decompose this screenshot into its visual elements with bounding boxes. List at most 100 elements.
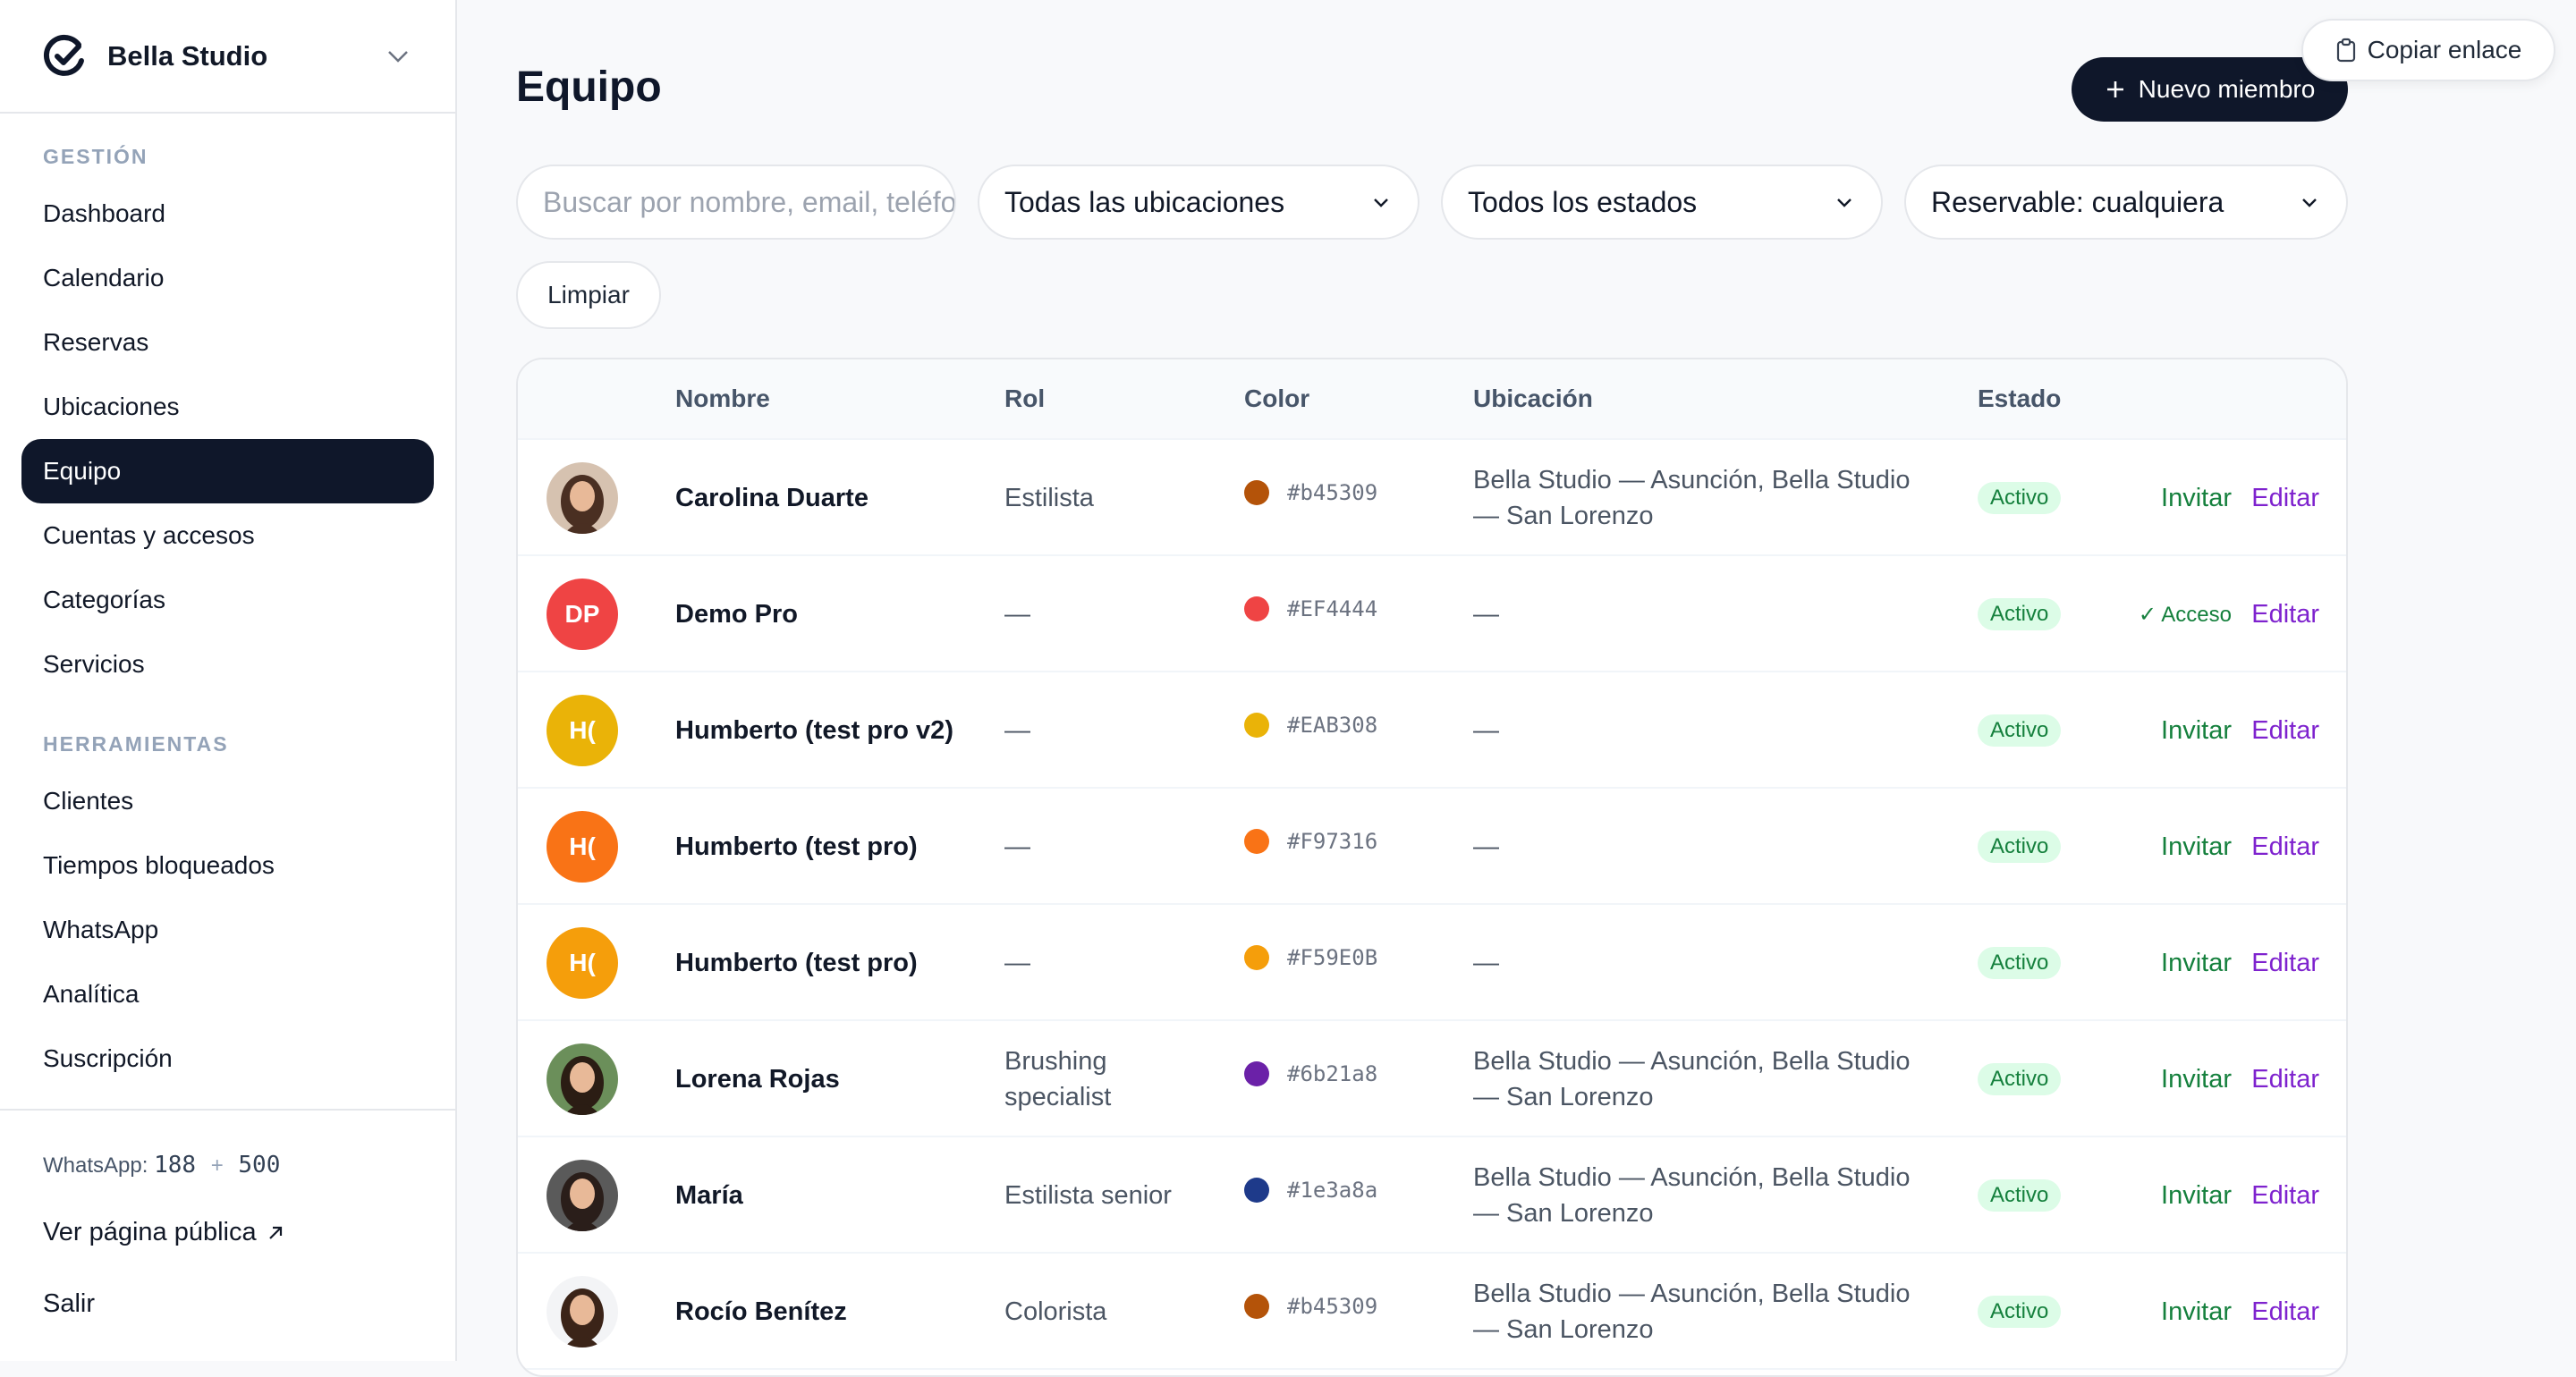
color-hex: #F97316 [1287, 829, 1378, 854]
color-swatch [1244, 596, 1269, 621]
color-hex: #b45309 [1287, 480, 1378, 505]
external-link-icon [266, 1223, 285, 1243]
sidebar-item-reservas[interactable]: Reservas [21, 310, 434, 375]
column-header-role: Rol [1004, 384, 1046, 412]
member-role: Estilista senior [1004, 1181, 1172, 1210]
sidebar-item-equipo[interactable]: Equipo [21, 439, 434, 503]
sidebar-item-ajustes[interactable]: Ajustes [21, 1091, 434, 1107]
nav-section-title: GESTIÓN [43, 145, 148, 168]
color-swatch [1244, 713, 1269, 738]
table-row: H( Humberto (test pro) — #F59E0B — Activ… [518, 905, 2346, 1021]
logout-link[interactable]: Salir [43, 1289, 95, 1319]
color-swatch [1244, 1294, 1269, 1319]
member-name: María [675, 1180, 743, 1210]
search-input[interactable]: Buscar por nombre, email, teléfono [516, 165, 956, 240]
color-hex: #1e3a8a [1287, 1178, 1378, 1203]
column-header-status: Estado [1978, 384, 2062, 412]
invite-button[interactable]: Invitar [2161, 832, 2232, 862]
table-row: Lorena Rojas Brushing specialist #6b21a8… [518, 1021, 2346, 1137]
sidebar-item-tiempos-bloqueados[interactable]: Tiempos bloqueados [21, 833, 434, 898]
whatsapp-usage-label: WhatsApp: [43, 1153, 148, 1178]
table-row: H( Humberto (test pro) — #F97316 — Activ… [518, 789, 2346, 905]
new-member-label: Nuevo miembro [2138, 75, 2316, 103]
chevron-down-icon [1369, 190, 1393, 214]
main-content: Equipo Nuevo miembro Copiar enlace Busca… [457, 0, 2576, 1377]
invite-button[interactable]: Invitar [2161, 1181, 2232, 1211]
member-location: Bella Studio — Asunción, Bella Studio — … [1473, 1280, 1911, 1344]
edit-button[interactable]: Editar [2251, 484, 2319, 513]
avatar-initials: H( [569, 832, 596, 860]
bookable-select[interactable]: Reservable: cualquiera [1904, 165, 2348, 240]
edit-button[interactable]: Editar [2251, 600, 2319, 629]
chevron-down-icon [2298, 190, 2321, 214]
member-location: — [1473, 949, 1499, 977]
member-name: Carolina Duarte [675, 483, 869, 512]
edit-button[interactable]: Editar [2251, 832, 2319, 862]
color-swatch [1244, 829, 1269, 854]
edit-button[interactable]: Editar [2251, 1065, 2319, 1094]
status-badge: Activo [1978, 1179, 2062, 1212]
color-hex: #EF4444 [1287, 596, 1378, 621]
page-title: Equipo [516, 63, 662, 111]
color-hex: #EAB308 [1287, 713, 1378, 738]
invite-button[interactable]: Invitar [2161, 949, 2232, 978]
invite-button[interactable]: Invitar [2161, 1297, 2232, 1327]
public-page-link[interactable]: Ver página pública [43, 1218, 285, 1247]
invite-button[interactable]: Invitar [2161, 1065, 2232, 1094]
search-placeholder: Buscar por nombre, email, teléfono [543, 185, 956, 218]
member-name: Rocío Benítez [675, 1297, 847, 1326]
location-select[interactable]: Todas las ubicaciones [978, 165, 1419, 240]
edit-button[interactable]: Editar [2251, 1181, 2319, 1211]
sidebar-item-calendario[interactable]: Calendario [21, 246, 434, 310]
edit-button[interactable]: Editar [2251, 949, 2319, 978]
sidebar-item-whatsapp[interactable]: WhatsApp [21, 898, 434, 962]
avatar: H( [547, 695, 618, 766]
copy-link-button[interactable]: Copiar enlace [2301, 19, 2555, 81]
member-name: Humberto (test pro v2) [675, 715, 953, 745]
sidebar-item-analitica[interactable]: Analítica [21, 962, 434, 1026]
table-row: H( Humberto (test pro v2) — #EAB308 — Ac… [518, 672, 2346, 789]
clear-filters-button[interactable]: Limpiar [516, 261, 661, 329]
whatsapp-extra: 500 [238, 1152, 281, 1178]
status-select[interactable]: Todos los estados [1441, 165, 1883, 240]
table-body: Carolina Duarte Estilista #b45309 Bella … [518, 440, 2346, 1370]
invite-button[interactable]: Invitar [2161, 716, 2232, 746]
edit-button[interactable]: Editar [2251, 1297, 2319, 1327]
sidebar-item-cuentas-y-accesos[interactable]: Cuentas y accesos [21, 503, 434, 568]
chevron-down-icon [384, 42, 412, 71]
column-header-location: Ubicación [1473, 384, 1593, 412]
member-role: — [1004, 832, 1030, 861]
sidebar-item-clientes[interactable]: Clientes [21, 769, 434, 833]
chevron-down-icon [1833, 190, 1856, 214]
location-select-value: Todas las ubicaciones [1004, 185, 1285, 218]
member-location: — [1473, 600, 1499, 629]
avatar [547, 1043, 618, 1115]
avatar-photo-icon [561, 1288, 604, 1347]
sidebar-item-categorias[interactable]: Categorías [21, 568, 434, 632]
status-badge: Activo [1978, 1296, 2062, 1328]
color-swatch [1244, 945, 1269, 970]
avatar: DP [547, 579, 618, 650]
edit-button[interactable]: Editar [2251, 716, 2319, 746]
avatar [547, 462, 618, 534]
member-role: Brushing specialist [1004, 1047, 1112, 1111]
table-row: María Estilista senior #1e3a8a Bella Stu… [518, 1137, 2346, 1254]
invite-button[interactable]: Invitar [2161, 484, 2232, 513]
sidebar-item-suscripcion[interactable]: Suscripción [21, 1026, 434, 1091]
color-hex: #6b21a8 [1287, 1061, 1378, 1086]
status-badge: Activo [1978, 1063, 2062, 1095]
color-swatch [1244, 1178, 1269, 1203]
workspace-switcher[interactable]: Bella Studio [0, 0, 455, 114]
color-hex: #b45309 [1287, 1294, 1378, 1319]
member-name: Humberto (test pro) [675, 832, 918, 861]
logo-icon [43, 34, 88, 79]
whatsapp-plus: + [210, 1153, 224, 1178]
sidebar-item-servicios[interactable]: Servicios [21, 632, 434, 697]
table-row: Rocío Benítez Colorista #b45309 Bella St… [518, 1254, 2346, 1370]
member-location: Bella Studio — Asunción, Bella Studio — … [1473, 1047, 1911, 1111]
sidebar-item-ubicaciones[interactable]: Ubicaciones [21, 375, 434, 439]
clipboard-icon [2335, 38, 2357, 63]
sidebar-item-dashboard[interactable]: Dashboard [21, 182, 434, 246]
member-role: Colorista [1004, 1297, 1107, 1326]
table-header: Nombre Rol Color Ubicación Estado [518, 359, 2346, 440]
